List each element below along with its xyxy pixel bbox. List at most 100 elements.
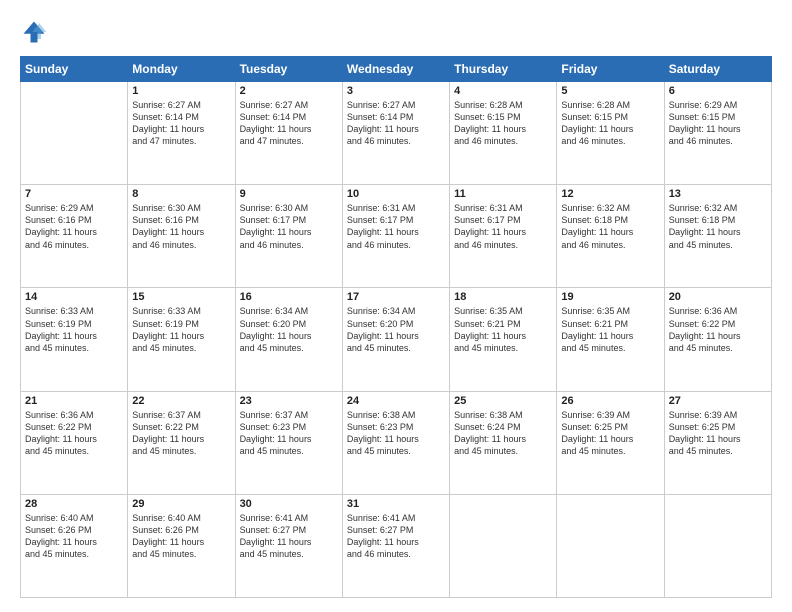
calendar-cell bbox=[21, 82, 128, 185]
calendar-cell: 21 Sunrise: 6:36 AM Sunset: 6:22 PM Dayli… bbox=[21, 391, 128, 494]
calendar-cell: 23 Sunrise: 6:37 AM Sunset: 6:23 PM Dayli… bbox=[235, 391, 342, 494]
cell-info: Sunrise: 6:41 AM Sunset: 6:27 PM Dayligh… bbox=[347, 512, 445, 561]
calendar-cell: 13 Sunrise: 6:32 AM Sunset: 6:18 PM Dayli… bbox=[664, 185, 771, 288]
cell-info: Sunrise: 6:27 AM Sunset: 6:14 PM Dayligh… bbox=[240, 99, 338, 148]
calendar-cell: 30Sunrise: 6:41 AM Sunset: 6:27 PM Dayli… bbox=[235, 494, 342, 597]
cell-info: Sunrise: 6:29 AM Sunset: 6:16 PM Dayligh… bbox=[25, 202, 123, 251]
cell-info: Sunrise: 6:27 AM Sunset: 6:14 PM Dayligh… bbox=[132, 99, 230, 148]
calendar-cell: 26 Sunrise: 6:39 AM Sunset: 6:25 PM Dayli… bbox=[557, 391, 664, 494]
calendar-cell: 7 Sunrise: 6:29 AM Sunset: 6:16 PM Daylig… bbox=[21, 185, 128, 288]
calendar-cell: 19 Sunrise: 6:35 AM Sunset: 6:21 PM Dayli… bbox=[557, 288, 664, 391]
day-number: 12 bbox=[561, 188, 659, 200]
calendar-cell: 12 Sunrise: 6:32 AM Sunset: 6:18 PM Dayli… bbox=[557, 185, 664, 288]
calendar-header-row: SundayMondayTuesdayWednesdayThursdayFrid… bbox=[21, 57, 772, 82]
calendar-cell: 28Sunrise: 6:40 AM Sunset: 6:26 PM Dayli… bbox=[21, 494, 128, 597]
day-number: 4 bbox=[454, 85, 552, 97]
calendar-weekday-tuesday: Tuesday bbox=[235, 57, 342, 82]
cell-info: Sunrise: 6:37 AM Sunset: 6:22 PM Dayligh… bbox=[132, 409, 230, 458]
cell-info: Sunrise: 6:40 AM Sunset: 6:26 PM Dayligh… bbox=[25, 512, 123, 561]
day-number: 10 bbox=[347, 188, 445, 200]
calendar-weekday-thursday: Thursday bbox=[450, 57, 557, 82]
day-number: 7 bbox=[25, 188, 123, 200]
calendar-cell: 16Sunrise: 6:34 AM Sunset: 6:20 PM Dayli… bbox=[235, 288, 342, 391]
cell-info: Sunrise: 6:32 AM Sunset: 6:18 PM Dayligh… bbox=[669, 202, 767, 251]
calendar-week-row: 7 Sunrise: 6:29 AM Sunset: 6:16 PM Daylig… bbox=[21, 185, 772, 288]
day-number: 11 bbox=[454, 188, 552, 200]
cell-info: Sunrise: 6:30 AM Sunset: 6:17 PM Dayligh… bbox=[240, 202, 338, 251]
day-number: 2 bbox=[240, 85, 338, 97]
calendar-week-row: 14 Sunrise: 6:33 AM Sunset: 6:19 PM Dayli… bbox=[21, 288, 772, 391]
cell-info: Sunrise: 6:36 AM Sunset: 6:22 PM Dayligh… bbox=[669, 305, 767, 354]
calendar-cell: 25 Sunrise: 6:38 AM Sunset: 6:24 PM Dayli… bbox=[450, 391, 557, 494]
calendar-cell: 5Sunrise: 6:28 AM Sunset: 6:15 PM Daylig… bbox=[557, 82, 664, 185]
cell-info: Sunrise: 6:29 AM Sunset: 6:15 PM Dayligh… bbox=[669, 99, 767, 148]
header bbox=[20, 18, 772, 46]
calendar-cell: 27 Sunrise: 6:39 AM Sunset: 6:25 PM Dayli… bbox=[664, 391, 771, 494]
cell-info: Sunrise: 6:35 AM Sunset: 6:21 PM Dayligh… bbox=[454, 305, 552, 354]
calendar-cell: 10 Sunrise: 6:31 AM Sunset: 6:17 PM Dayli… bbox=[342, 185, 449, 288]
calendar-cell: 14 Sunrise: 6:33 AM Sunset: 6:19 PM Dayli… bbox=[21, 288, 128, 391]
cell-info: Sunrise: 6:38 AM Sunset: 6:23 PM Dayligh… bbox=[347, 409, 445, 458]
cell-info: Sunrise: 6:32 AM Sunset: 6:18 PM Dayligh… bbox=[561, 202, 659, 251]
calendar-cell bbox=[450, 494, 557, 597]
calendar-cell: 3 Sunrise: 6:27 AM Sunset: 6:14 PM Daylig… bbox=[342, 82, 449, 185]
day-number: 30 bbox=[240, 498, 338, 510]
day-number: 3 bbox=[347, 85, 445, 97]
cell-info: Sunrise: 6:33 AM Sunset: 6:19 PM Dayligh… bbox=[25, 305, 123, 354]
calendar-week-row: 1 Sunrise: 6:27 AM Sunset: 6:14 PM Daylig… bbox=[21, 82, 772, 185]
day-number: 24 bbox=[347, 395, 445, 407]
calendar-cell bbox=[664, 494, 771, 597]
cell-info: Sunrise: 6:27 AM Sunset: 6:14 PM Dayligh… bbox=[347, 99, 445, 148]
day-number: 21 bbox=[25, 395, 123, 407]
calendar-cell: 1 Sunrise: 6:27 AM Sunset: 6:14 PM Daylig… bbox=[128, 82, 235, 185]
day-number: 20 bbox=[669, 291, 767, 303]
calendar-weekday-saturday: Saturday bbox=[664, 57, 771, 82]
calendar-week-row: 21 Sunrise: 6:36 AM Sunset: 6:22 PM Dayli… bbox=[21, 391, 772, 494]
page: SundayMondayTuesdayWednesdayThursdayFrid… bbox=[0, 0, 792, 612]
calendar-cell: 29Sunrise: 6:40 AM Sunset: 6:26 PM Dayli… bbox=[128, 494, 235, 597]
calendar-cell: 18 Sunrise: 6:35 AM Sunset: 6:21 PM Dayli… bbox=[450, 288, 557, 391]
logo-icon bbox=[20, 18, 48, 46]
day-number: 14 bbox=[25, 291, 123, 303]
day-number: 8 bbox=[132, 188, 230, 200]
day-number: 9 bbox=[240, 188, 338, 200]
cell-info: Sunrise: 6:38 AM Sunset: 6:24 PM Dayligh… bbox=[454, 409, 552, 458]
calendar-cell: 17 Sunrise: 6:34 AM Sunset: 6:20 PM Dayli… bbox=[342, 288, 449, 391]
calendar-weekday-friday: Friday bbox=[557, 57, 664, 82]
cell-info: Sunrise: 6:39 AM Sunset: 6:25 PM Dayligh… bbox=[669, 409, 767, 458]
calendar-cell: 20 Sunrise: 6:36 AM Sunset: 6:22 PM Dayli… bbox=[664, 288, 771, 391]
day-number: 1 bbox=[132, 85, 230, 97]
calendar-cell: 9 Sunrise: 6:30 AM Sunset: 6:17 PM Daylig… bbox=[235, 185, 342, 288]
day-number: 31 bbox=[347, 498, 445, 510]
logo bbox=[20, 18, 52, 46]
day-number: 19 bbox=[561, 291, 659, 303]
cell-info: Sunrise: 6:39 AM Sunset: 6:25 PM Dayligh… bbox=[561, 409, 659, 458]
calendar-cell bbox=[557, 494, 664, 597]
cell-info: Sunrise: 6:37 AM Sunset: 6:23 PM Dayligh… bbox=[240, 409, 338, 458]
calendar-cell: 2 Sunrise: 6:27 AM Sunset: 6:14 PM Daylig… bbox=[235, 82, 342, 185]
cell-info: Sunrise: 6:35 AM Sunset: 6:21 PM Dayligh… bbox=[561, 305, 659, 354]
calendar-cell: 8Sunrise: 6:30 AM Sunset: 6:16 PM Daylig… bbox=[128, 185, 235, 288]
cell-info: Sunrise: 6:31 AM Sunset: 6:17 PM Dayligh… bbox=[347, 202, 445, 251]
calendar-cell: 4Sunrise: 6:28 AM Sunset: 6:15 PM Daylig… bbox=[450, 82, 557, 185]
calendar-cell: 31 Sunrise: 6:41 AM Sunset: 6:27 PM Dayli… bbox=[342, 494, 449, 597]
day-number: 23 bbox=[240, 395, 338, 407]
cell-info: Sunrise: 6:33 AM Sunset: 6:19 PM Dayligh… bbox=[132, 305, 230, 354]
day-number: 26 bbox=[561, 395, 659, 407]
cell-info: Sunrise: 6:40 AM Sunset: 6:26 PM Dayligh… bbox=[132, 512, 230, 561]
calendar-cell: 24 Sunrise: 6:38 AM Sunset: 6:23 PM Dayli… bbox=[342, 391, 449, 494]
calendar-cell: 11 Sunrise: 6:31 AM Sunset: 6:17 PM Dayli… bbox=[450, 185, 557, 288]
calendar-week-row: 28Sunrise: 6:40 AM Sunset: 6:26 PM Dayli… bbox=[21, 494, 772, 597]
day-number: 25 bbox=[454, 395, 552, 407]
day-number: 18 bbox=[454, 291, 552, 303]
cell-info: Sunrise: 6:34 AM Sunset: 6:20 PM Dayligh… bbox=[347, 305, 445, 354]
day-number: 27 bbox=[669, 395, 767, 407]
day-number: 6 bbox=[669, 85, 767, 97]
calendar-weekday-sunday: Sunday bbox=[21, 57, 128, 82]
calendar-table: SundayMondayTuesdayWednesdayThursdayFrid… bbox=[20, 56, 772, 598]
day-number: 13 bbox=[669, 188, 767, 200]
day-number: 17 bbox=[347, 291, 445, 303]
cell-info: Sunrise: 6:31 AM Sunset: 6:17 PM Dayligh… bbox=[454, 202, 552, 251]
cell-info: Sunrise: 6:36 AM Sunset: 6:22 PM Dayligh… bbox=[25, 409, 123, 458]
calendar-cell: 22Sunrise: 6:37 AM Sunset: 6:22 PM Dayli… bbox=[128, 391, 235, 494]
